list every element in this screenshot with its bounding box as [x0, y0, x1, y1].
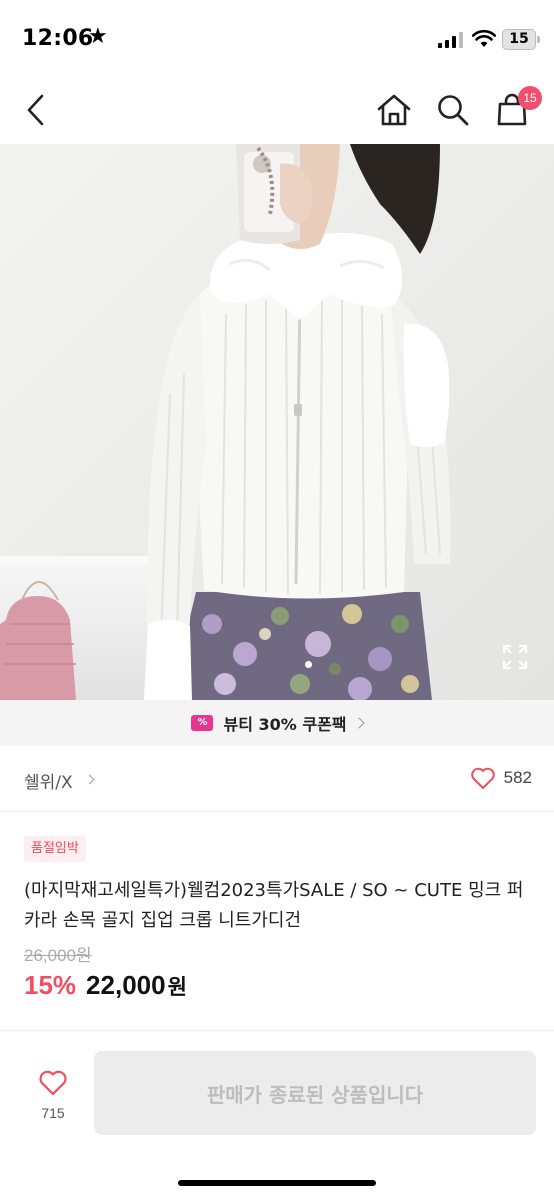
back-button[interactable]	[14, 88, 58, 132]
pagination-dot	[305, 661, 312, 668]
coupon-icon: %	[191, 715, 214, 731]
home-button[interactable]	[372, 88, 416, 132]
cellular-signal-icon	[438, 32, 464, 48]
home-icon	[377, 94, 411, 126]
bottom-action-bar: 715 판매가 종료된 상품입니다	[0, 1030, 554, 1200]
sale-price: 22,000	[86, 970, 166, 1000]
product-title: (마지막재고세일특가)웰컴2023특가SALE / SO ~ CUTE 밍크 퍼…	[24, 880, 524, 931]
coupon-text: 뷰티 30% 쿠폰팩	[223, 715, 347, 734]
coupon-banner[interactable]: % 뷰티 30% 쿠폰팩	[0, 700, 554, 746]
original-price: 26,000원	[24, 946, 92, 965]
chevron-right-icon	[84, 774, 95, 785]
heart-icon	[39, 1070, 67, 1096]
battery-nub	[537, 36, 540, 43]
chevron-right-icon	[352, 717, 365, 729]
heart-icon	[470, 767, 495, 789]
shop-like-button[interactable]: 582	[470, 766, 532, 790]
battery-icon: 15	[502, 29, 536, 50]
shop-name-link[interactable]: 쉘위/X	[24, 768, 73, 793]
currency-label: 원	[167, 975, 187, 999]
cart-count-badge: 15	[518, 86, 542, 110]
discount-rate: 15%	[24, 970, 77, 1000]
star-icon: ★	[88, 24, 108, 49]
status-bar: 12:06 ★ 15	[0, 0, 554, 80]
wishlist-count: 715	[41, 1105, 65, 1121]
expand-icon[interactable]	[502, 644, 528, 670]
back-arrow-icon	[27, 94, 44, 126]
price-row: 15% 22,000 원	[24, 970, 187, 1001]
product-photo	[0, 144, 554, 700]
battery-level: 15	[509, 31, 529, 47]
wifi-icon	[472, 30, 496, 47]
status-badge: 품절임박	[24, 836, 86, 862]
search-button[interactable]	[431, 88, 475, 132]
status-time: 12:06	[22, 26, 94, 51]
top-nav	[0, 80, 554, 144]
image-pagination	[305, 661, 312, 668]
wishlist-button[interactable]: 715	[24, 1065, 82, 1125]
shop-like-count: 582	[503, 768, 532, 787]
home-indicator	[178, 1180, 376, 1186]
sale-ended-button[interactable]: 판매가 종료된 상품입니다	[94, 1051, 536, 1135]
shop-row: 쉘위/X 582	[0, 746, 554, 812]
product-image[interactable]	[0, 144, 554, 700]
search-icon	[438, 95, 469, 126]
